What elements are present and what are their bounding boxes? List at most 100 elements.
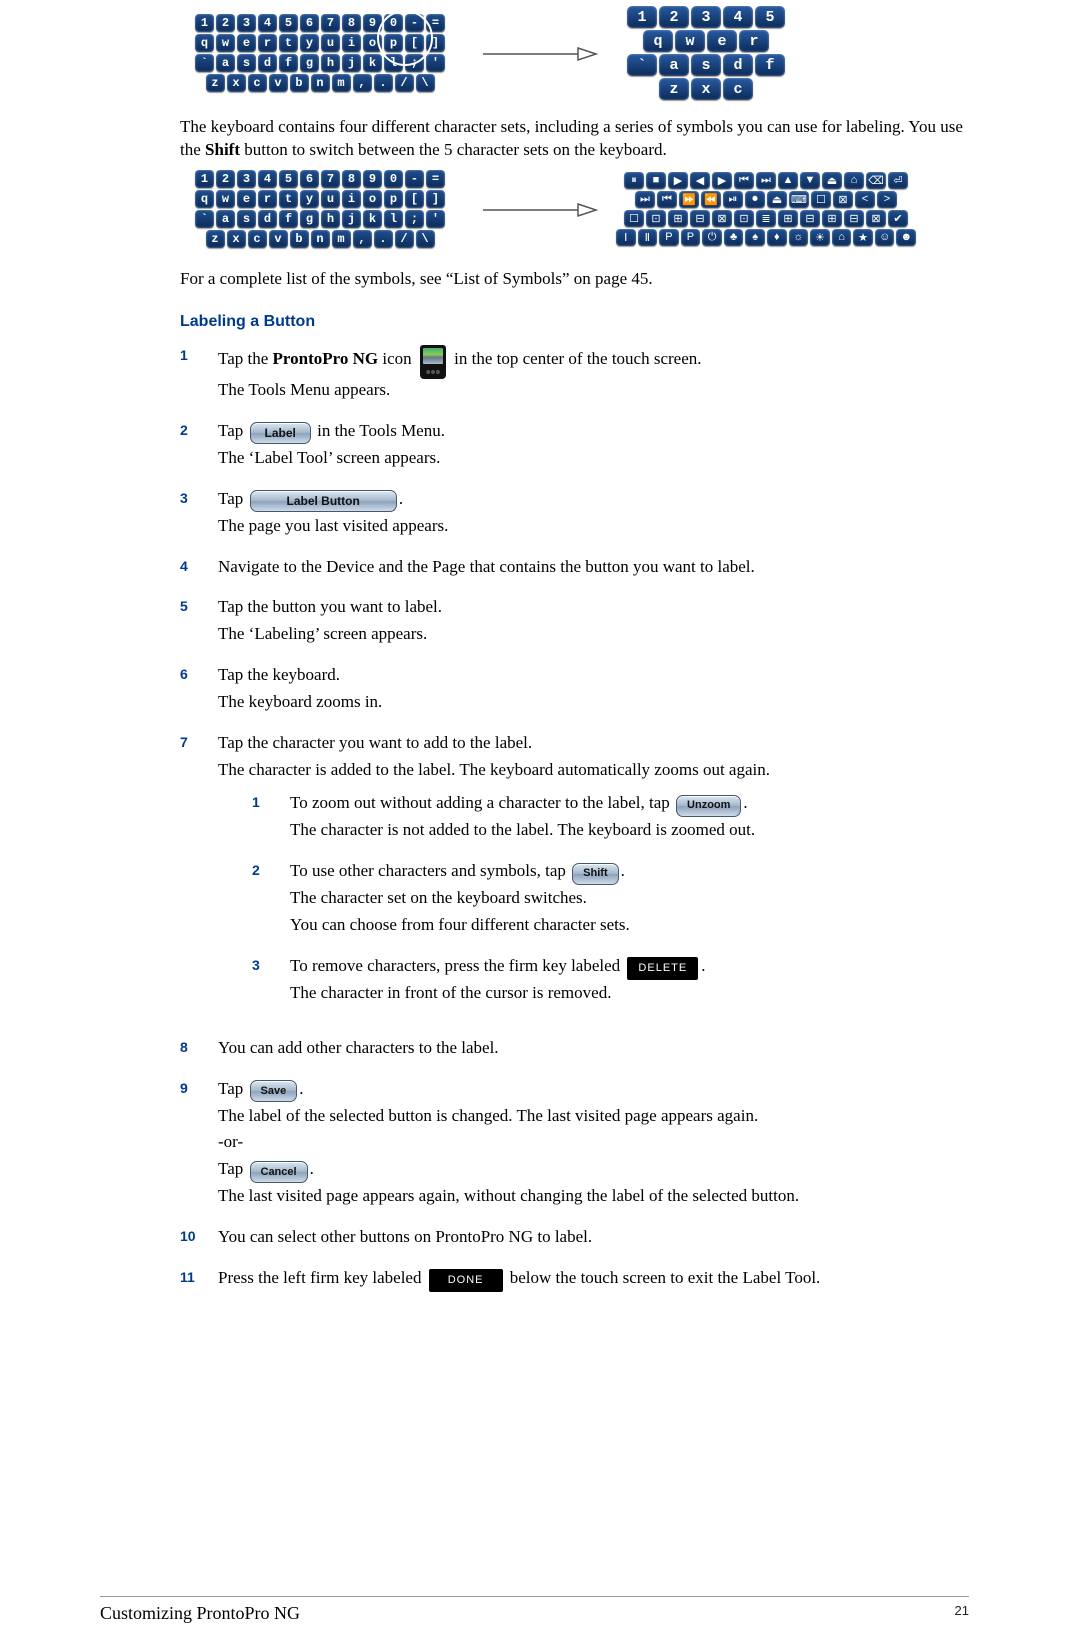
substep-number: 2 <box>252 860 276 878</box>
keyboard-key: b <box>290 74 309 92</box>
keyboard-symbol-key: ⊡ <box>734 210 754 227</box>
keyboard-key: e <box>707 30 737 52</box>
keyboard-key: 8 <box>342 170 361 188</box>
keyboard-key: u <box>321 190 340 208</box>
step-11-text: Press the left firm key labeled DONE bel… <box>218 1267 969 1290</box>
keyboard-key: y <box>300 34 319 52</box>
step-number: 3 <box>180 488 204 506</box>
keyboard-key: v <box>269 230 288 248</box>
keyboard-key: 4 <box>258 14 277 32</box>
keyboard-key: 4 <box>723 6 753 28</box>
step-7-text: Tap the character you want to add to the… <box>218 732 969 755</box>
keyboard-key: 5 <box>279 170 298 188</box>
unzoom-button: Unzoom <box>676 795 741 817</box>
keyboard-key: c <box>248 230 267 248</box>
footer-title: Customizing ProntoPro NG <box>100 1603 300 1624</box>
keyboard-key: h <box>321 210 340 228</box>
keyboard-symbol-key: ♦ <box>767 229 787 246</box>
keyboard-key: q <box>643 30 673 52</box>
intro-text-2: For a complete list of the symbols, see … <box>180 268 969 291</box>
substep-2-after2: You can choose from four different chara… <box>290 914 969 937</box>
keyboard-key: 1 <box>195 14 214 32</box>
keyboard-symbol-key: ☐ <box>624 210 644 227</box>
keyboard-key: - <box>405 170 424 188</box>
keyboard-key: j <box>342 54 361 72</box>
figure-keyboard-symbols: 1234567890-=qwertyuiop[]`asdfghjkl;'zxcv… <box>180 170 969 250</box>
keyboard-key: f <box>755 54 785 76</box>
keyboard-symbol-key: ⌫ <box>866 172 886 189</box>
keyboard-key: f <box>279 54 298 72</box>
keyboard-symbol-key: ⌂ <box>844 172 864 189</box>
keyboard-symbol-key: ▼ <box>800 172 820 189</box>
keyboard-key: m <box>332 74 351 92</box>
keyboard-symbol-key: ⌨ <box>789 191 809 208</box>
keyboard-key: d <box>258 210 277 228</box>
keyboard-key: \ <box>416 230 435 248</box>
step-9-after1: The label of the selected button is chan… <box>218 1105 969 1128</box>
keyboard-key: ] <box>426 190 445 208</box>
keyboard-symbol-key: P <box>681 229 701 246</box>
step-6-text: Tap the keyboard. <box>218 664 969 687</box>
step-7-after: The character is added to the label. The… <box>218 759 969 782</box>
keyboard-symbol-key: ★ <box>853 229 873 246</box>
keyboard-key: a <box>216 54 235 72</box>
keyboard-key: 2 <box>216 170 235 188</box>
keyboard-key: 3 <box>237 14 256 32</box>
keyboard-symbol-key: ⏮ <box>657 191 677 208</box>
step-6-after: The keyboard zooms in. <box>218 691 969 714</box>
delete-key: DELETE <box>627 957 698 980</box>
keyboard-symbol-key: ☺ <box>875 229 895 246</box>
step-number: 2 <box>180 420 204 438</box>
keyboard-key: , <box>353 74 372 92</box>
keyboard-key: 9 <box>363 14 382 32</box>
keyboard-symbol-key: ⏭ <box>635 191 655 208</box>
keyboard-zoomed: 12345qwer`asdfzxc <box>616 6 796 102</box>
keyboard-key: - <box>405 14 424 32</box>
keyboard-symbol-key: ≣ <box>756 210 776 227</box>
keyboard-key: r <box>258 34 277 52</box>
keyboard-key: 5 <box>755 6 785 28</box>
keyboard-key: 9 <box>363 170 382 188</box>
keyboard-symbol-key: ⊠ <box>712 210 732 227</box>
keyboard-key: 7 <box>321 14 340 32</box>
step-10-text: You can select other buttons on ProntoPr… <box>218 1226 969 1249</box>
keyboard-key: = <box>426 170 445 188</box>
keyboard-symbol-key: > <box>877 191 897 208</box>
keyboard-full: 1234567890-=qwertyuiop[]`asdfghjkl;'zxcv… <box>180 170 460 250</box>
keyboard-key: ' <box>426 210 445 228</box>
keyboard-key: b <box>290 230 309 248</box>
keyboard-symbol-key: ☀ <box>810 229 830 246</box>
keyboard-key: m <box>332 230 351 248</box>
step-5-after: The ‘Labeling’ screen appears. <box>218 623 969 646</box>
keyboard-key: v <box>269 74 288 92</box>
keyboard-symbol-key: ⊟ <box>690 210 710 227</box>
keyboard-key: [ <box>405 190 424 208</box>
keyboard-key: i <box>342 34 361 52</box>
step-number: 11 <box>180 1267 204 1285</box>
substep-3-after: The character in front of the cursor is … <box>290 982 969 1005</box>
keyboard-key: z <box>206 74 225 92</box>
keyboard-symbol-key: ⊞ <box>668 210 688 227</box>
keyboard-key: 6 <box>300 170 319 188</box>
arrow-right-icon <box>478 39 598 69</box>
substep-1-text: To zoom out without adding a character t… <box>290 792 969 815</box>
keyboard-symbol-key: ⏺ <box>745 191 765 208</box>
text: button to switch between the 5 character… <box>240 140 667 159</box>
label-button: Label <box>250 422 311 444</box>
keyboard-key: k <box>363 54 382 72</box>
keyboard-key: ; <box>405 210 424 228</box>
keyboard-symbol-key: Ⅱ <box>638 229 658 246</box>
keyboard-key: h <box>321 54 340 72</box>
page-number: 21 <box>955 1603 969 1624</box>
keyboard-key: w <box>216 190 235 208</box>
keyboard-symbol-key: ⏏ <box>767 191 787 208</box>
keyboard-symbol-key: ⊠ <box>866 210 886 227</box>
keyboard-key: x <box>691 78 721 100</box>
substep-2-text: To use other characters and symbols, tap… <box>290 860 969 883</box>
keyboard-symbol-key: ⊟ <box>800 210 820 227</box>
keyboard-key: i <box>342 190 361 208</box>
keyboard-symbol-key: ⏯ <box>723 191 743 208</box>
keyboard-key: \ <box>416 74 435 92</box>
shift-bold: Shift <box>205 140 240 159</box>
keyboard-key: 2 <box>216 14 235 32</box>
